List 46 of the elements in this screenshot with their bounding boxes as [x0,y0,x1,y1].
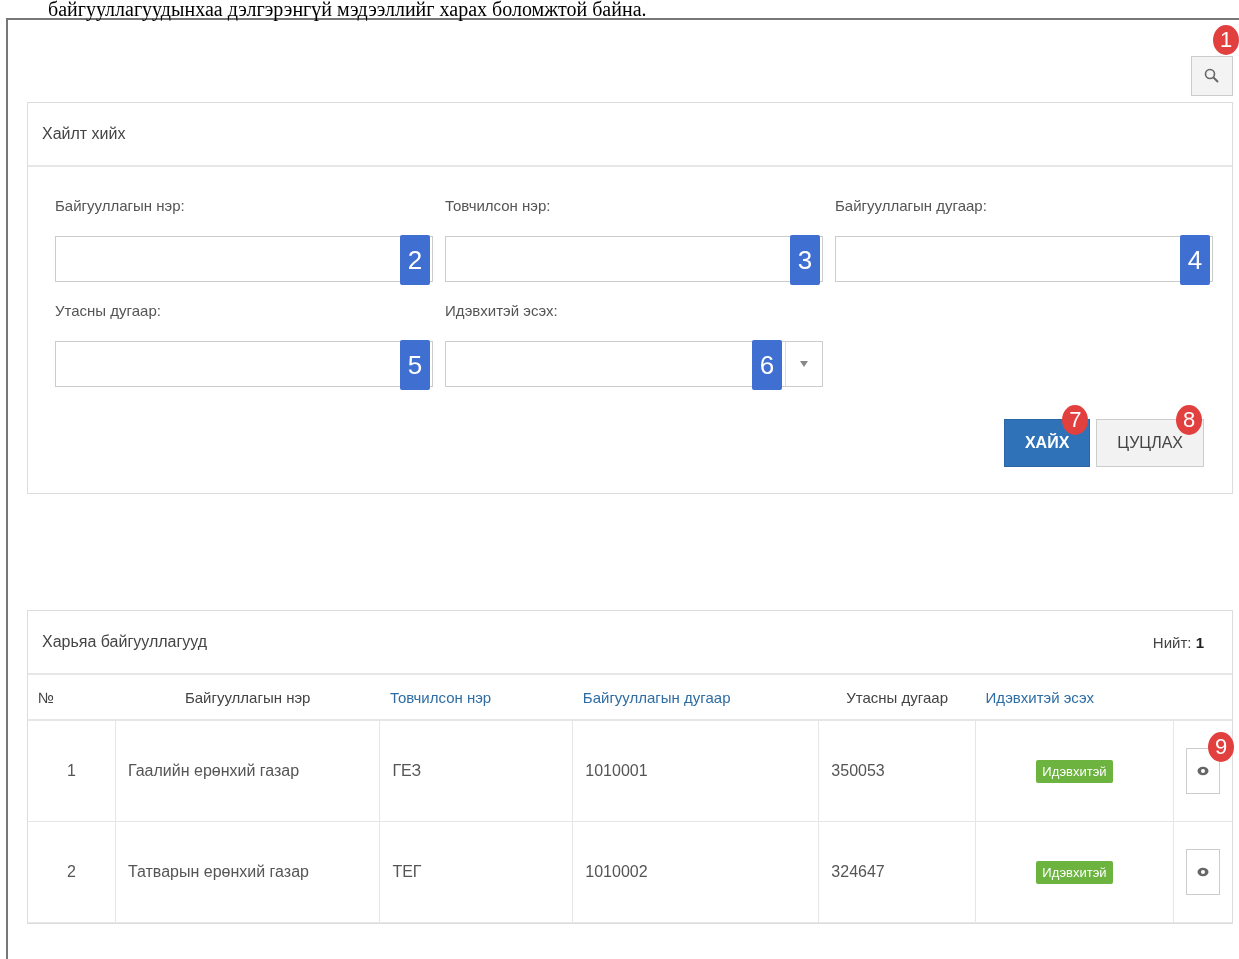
field-label: Байгууллагын дугаар: [835,197,988,214]
table-cell: 2 [67,863,76,880]
callout-marker: 5 [400,340,430,390]
field-label: Байгууллагын нэр: [55,197,186,214]
column-header[interactable]: Байгууллагын дугаар [582,688,731,706]
panel-title: Харьяа байгууллагууд [42,633,208,651]
field-label: Утасны дугаар: [55,302,162,319]
column-header: № [38,688,55,706]
field-label: Товчилсон нэр: [445,197,552,214]
callout-marker: 7 [1062,405,1089,435]
status-badge: Идэвхитэй [1036,860,1113,884]
table-cell: 1 [67,762,76,779]
table-cell: Татварын ерөнхий газар [127,863,309,880]
total-count: Нийт: 1 [1152,633,1204,651]
callout-marker: 1 [1213,25,1239,55]
input-field[interactable]: 3 [445,236,823,282]
table-cell: 1010001 [585,762,648,779]
table-cell: 1010002 [585,863,648,880]
column-header[interactable]: Товчилсон нэр [389,688,492,706]
panel-title: Хайлт хийх [42,125,126,143]
callout-marker: 4 [1180,235,1210,285]
input-field[interactable]: 2 [55,236,433,282]
column-header: Байгууллагын нэр [184,688,311,706]
select-field[interactable]: 6 [445,341,823,387]
caret-icon [800,361,808,367]
search-icon [1204,68,1220,84]
search-toggle-button[interactable] [1191,56,1233,96]
column-header: Утасны дугаар [846,688,948,706]
eye-icon [1197,766,1209,776]
table-cell: ГЕЗ [392,762,422,779]
column-header[interactable]: Идэвхитэй эсэх [985,688,1095,706]
callout-marker: 9 [1208,732,1234,762]
callout-marker: 3 [790,235,820,285]
table-cell: ТЕГ [392,863,422,880]
eye-icon [1197,867,1209,877]
table-cell: 324647 [831,863,885,880]
input-field[interactable]: 4 [835,236,1213,282]
callout-marker: 6 [752,340,782,390]
callout-marker: 8 [1176,405,1202,435]
field-label: Идэвхитэй эсэх: [445,302,559,319]
status-badge: Идэвхитэй [1036,759,1113,783]
table-cell: Гаалийн ерөнхий газар [127,762,300,779]
input-field[interactable]: 5 [55,341,433,387]
table-cell: 350053 [831,762,885,779]
callout-marker: 2 [400,235,430,285]
view-button[interactable] [1186,849,1220,895]
